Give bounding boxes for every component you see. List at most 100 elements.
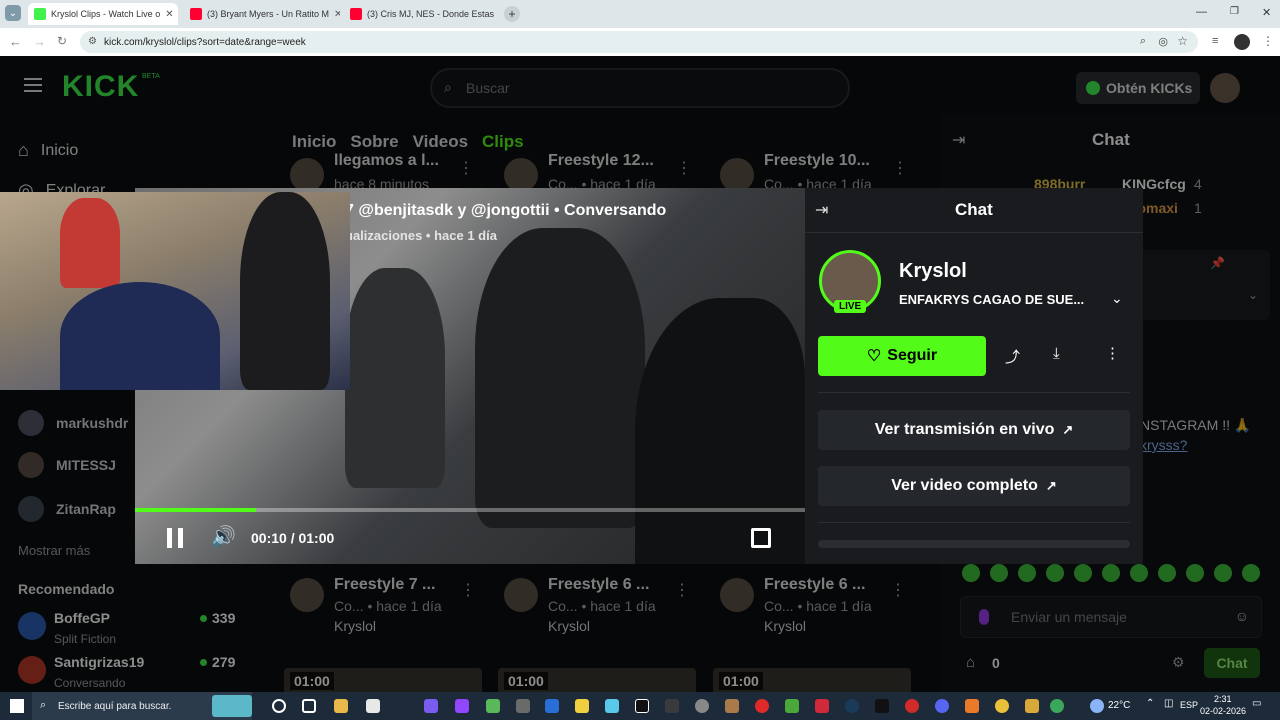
app-icon[interactable] <box>965 699 979 713</box>
clip-info-panel: ⇥ Chat LIVE Kryslol ENFAKRYS CAGAO DE SU… <box>805 188 1143 564</box>
panel-bottom-bar <box>818 540 1130 548</box>
browser-tab-youtube-2[interactable]: (3) Cris MJ, NES - Donde Estas ✕ <box>344 3 500 25</box>
progress-track[interactable] <box>135 508 805 512</box>
language-indicator[interactable]: ESP <box>1180 700 1198 710</box>
twitch-icon[interactable] <box>455 699 469 713</box>
tab-list-button[interactable]: ⌄ <box>5 5 21 21</box>
windows-taskbar: ⌕ Escribe aquí para buscar. 22°C ⌃ ◫ ESP… <box>0 692 1280 720</box>
video-frame <box>345 268 445 488</box>
watch-full-video-button[interactable]: Ver video completo ↗ <box>818 466 1130 506</box>
follow-button[interactable]: ♡ Seguir <box>818 336 986 376</box>
cortana-icon[interactable] <box>272 699 286 713</box>
youtube-favicon-icon <box>190 8 202 20</box>
notepad-icon[interactable] <box>366 699 380 713</box>
new-tab-icon[interactable]: + <box>504 6 520 22</box>
external-link-icon: ↗ <box>1045 478 1057 493</box>
kick-page: KICK BETA ⌕ Buscar Obtén KICKs ⌂ Inicio … <box>0 56 1280 692</box>
minimize-window-icon[interactable]: — <box>1196 6 1207 18</box>
app-icon[interactable] <box>545 699 559 713</box>
panel-divider <box>818 392 1130 393</box>
live-badge: LIVE <box>834 300 867 313</box>
webcam-person <box>60 282 220 390</box>
app-icon[interactable] <box>424 699 438 713</box>
zoom-icon[interactable]: ⌕ <box>1140 35 1146 48</box>
chrome-active-icon[interactable] <box>1050 699 1064 713</box>
volume-icon[interactable]: 🔊 <box>211 524 236 549</box>
tray-chevron-icon[interactable]: ⌃ <box>1146 698 1154 709</box>
download-icon[interactable]: ⤓ <box>1053 345 1060 362</box>
app-icon[interactable] <box>665 699 679 713</box>
restore-window-icon[interactable]: ❐ <box>1230 6 1239 17</box>
heart-icon: ♡ <box>866 348 882 365</box>
file-explorer-icon[interactable] <box>334 699 348 713</box>
video-frame <box>635 298 805 564</box>
browser-tab-bar: ⌄ Kryslol Clips - Watch Live o ✕ (3) Bry… <box>0 0 1280 28</box>
profile-avatar[interactable] <box>1234 34 1250 50</box>
kick-favicon-icon <box>34 8 46 20</box>
close-window-icon[interactable]: ✕ <box>1262 6 1271 19</box>
progress-fill <box>135 508 256 512</box>
back-icon[interactable]: ← <box>9 34 22 49</box>
browser-menu-icon[interactable]: ⋮ <box>1262 34 1274 48</box>
more-options-icon[interactable]: ⋮ <box>1105 344 1120 362</box>
search-icon: ⌕ <box>40 699 47 711</box>
youtube-favicon-icon <box>350 8 362 20</box>
webcam-person <box>60 198 120 288</box>
temperature[interactable]: 22°C <box>1108 700 1130 711</box>
clip-title: 7 @benjitasdk y @jongottii • Conversando <box>345 202 667 219</box>
news-widget-icon[interactable] <box>212 695 252 717</box>
stream-title: ENFAKRYS CAGAO DE SUE... <box>899 292 1085 307</box>
app-icon[interactable] <box>815 699 829 713</box>
forward-icon[interactable]: → <box>33 34 46 49</box>
clock-time[interactable]: 2:31 <box>1214 694 1232 704</box>
share-icon[interactable]: ⤴ <box>1005 346 1020 367</box>
webcam-person <box>240 192 330 390</box>
eye-off-icon[interactable]: ◎ <box>1158 35 1168 48</box>
app-icon[interactable] <box>905 699 919 713</box>
panel-divider <box>805 232 1143 233</box>
settings-icon[interactable] <box>695 699 709 713</box>
external-link-icon: ↗ <box>1062 422 1074 437</box>
streamer-name[interactable]: Kryslol <box>899 260 967 283</box>
close-tab-icon[interactable]: ✕ <box>334 9 340 20</box>
tiktok-icon[interactable] <box>875 699 889 713</box>
collapse-panel-icon[interactable]: ⇥ <box>815 200 828 220</box>
browser-tab-kick[interactable]: Kryslol Clips - Watch Live o ✕ <box>28 3 178 25</box>
task-view-icon[interactable] <box>302 699 316 713</box>
chrome-icon[interactable] <box>995 699 1009 713</box>
panel-divider <box>818 522 1130 523</box>
reload-icon[interactable]: ↻ <box>57 34 67 48</box>
clock-date[interactable]: 02-02-2026 <box>1200 706 1246 716</box>
time-display: 00:10 / 01:00 <box>251 530 335 546</box>
windows-start-icon[interactable] <box>10 699 24 713</box>
app-icon[interactable] <box>605 699 619 713</box>
app-icon[interactable] <box>575 699 589 713</box>
notification-icon[interactable]: ▭ <box>1252 698 1261 709</box>
streamer-webcam-overlay <box>0 192 350 390</box>
capcut-icon[interactable] <box>635 699 649 713</box>
chevron-down-icon[interactable]: ⌄ <box>1111 290 1123 307</box>
extensions-icon[interactable]: ≡ <box>1212 35 1218 47</box>
pause-icon[interactable] <box>167 528 183 548</box>
discord-icon[interactable] <box>935 699 949 713</box>
bookmark-star-icon[interactable]: ☆ <box>1177 34 1188 48</box>
url-field[interactable]: ⚙ kick.com/kryslol/clips?sort=date&range… <box>80 31 1198 53</box>
fullscreen-icon[interactable] <box>751 528 771 548</box>
clip-subtitle: ualizaciones • hace 1 día <box>345 228 497 243</box>
steam-icon[interactable] <box>845 699 859 713</box>
panel-title: Chat <box>955 200 993 219</box>
opera-icon[interactable] <box>755 699 769 713</box>
network-icon[interactable]: ◫ <box>1164 698 1173 709</box>
close-tab-icon[interactable]: ✕ <box>499 9 500 20</box>
minecraft-icon[interactable] <box>785 699 799 713</box>
watch-live-button[interactable]: Ver transmisión en vivo ↗ <box>818 410 1130 450</box>
app-icon[interactable] <box>486 699 500 713</box>
app-icon[interactable] <box>516 699 530 713</box>
video-frame <box>475 228 645 528</box>
close-tab-icon[interactable]: ✕ <box>165 9 173 20</box>
browser-tab-youtube-1[interactable]: (3) Bryant Myers - Un Ratito M ✕ <box>184 3 340 25</box>
app-icon[interactable] <box>725 699 739 713</box>
app-icon[interactable] <box>1025 699 1039 713</box>
site-info-icon[interactable]: ⚙ <box>88 36 97 47</box>
weather-icon <box>1090 699 1104 713</box>
